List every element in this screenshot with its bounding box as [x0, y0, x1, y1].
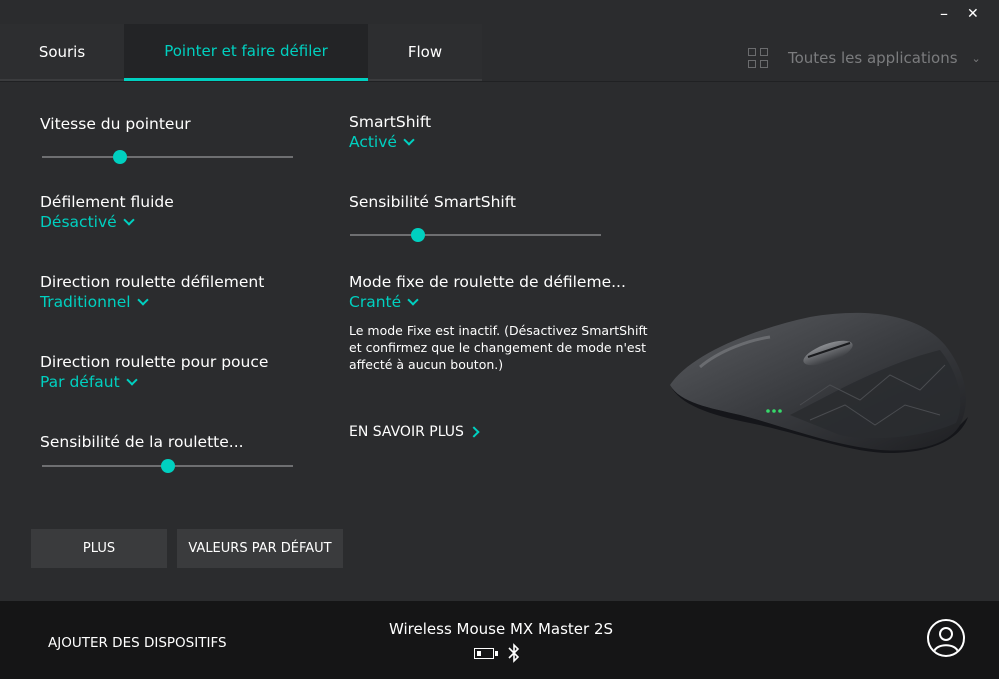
- slider-knob[interactable]: [112, 150, 127, 164]
- bluetooth-icon: [508, 643, 520, 663]
- wheel-sensitivity-slider[interactable]: [42, 459, 293, 473]
- mouse-image: [670, 312, 968, 453]
- smartshift-sensitivity-slider[interactable]: [350, 228, 601, 242]
- chevron-right-icon: [468, 426, 480, 438]
- smartshift-setting: SmartShift Activé: [349, 113, 431, 151]
- grid-icon: [748, 48, 768, 68]
- learn-more-label: EN SAVOIR PLUS: [349, 424, 464, 440]
- fixed-mode-label: Mode fixe de roulette de défileme...: [349, 273, 626, 291]
- tab-flow[interactable]: Flow: [368, 24, 482, 81]
- slider-knob[interactable]: [160, 459, 175, 473]
- chevron-down-icon: [123, 214, 135, 226]
- chevron-down-icon: [403, 134, 415, 146]
- pointer-speed-slider[interactable]: [42, 150, 293, 164]
- fixed-mode-info-text: Le mode Fixe est inactif. (Désactivez Sm…: [349, 323, 648, 372]
- footer-bar: AJOUTER DES DISPOSITIFS Wireless Mouse M…: [0, 601, 999, 679]
- fixed-mode-value: Cranté: [349, 293, 402, 311]
- more-button[interactable]: PLUS: [31, 529, 167, 568]
- chevron-down-icon: [126, 374, 138, 386]
- account-icon[interactable]: [927, 619, 965, 657]
- restore-defaults-button[interactable]: VALEURS PAR DÉFAUT: [177, 529, 343, 568]
- wheel-sensitivity-label: Sensibilité de la roulette...: [40, 433, 244, 451]
- smartshift-dropdown[interactable]: Activé: [349, 133, 415, 151]
- applications-label: Toutes les applications: [788, 49, 958, 67]
- smooth-scroll-dropdown[interactable]: Désactivé: [40, 213, 135, 231]
- tab-pointer-scroll[interactable]: Pointer et faire défiler: [124, 24, 368, 81]
- applications-selector[interactable]: Toutes les applications ⌄: [748, 48, 981, 68]
- add-devices-button[interactable]: AJOUTER DES DISPOSITIFS: [48, 635, 227, 651]
- pointer-speed-label: Vitesse du pointeur: [40, 115, 191, 133]
- device-status: [474, 643, 520, 663]
- chevron-down-icon: [407, 294, 419, 306]
- top-bar: Souris Pointer et faire défiler Flow Tou…: [0, 0, 999, 82]
- scroll-direction-dropdown[interactable]: Traditionnel: [40, 293, 149, 311]
- chevron-down-icon: [136, 294, 149, 306]
- thumb-direction-value: Par défaut: [40, 373, 120, 391]
- smartshift-label: SmartShift: [349, 113, 432, 131]
- pointer-speed-setting: Vitesse du pointeur: [40, 115, 191, 133]
- learn-more-link[interactable]: EN SAVOIR PLUS: [349, 424, 480, 440]
- smooth-scroll-label: Défilement fluide: [40, 193, 174, 211]
- scroll-direction-value: Traditionnel: [40, 293, 131, 311]
- scroll-direction-setting: Direction roulette défilement Traditionn…: [40, 273, 264, 311]
- smartshift-sensitivity-setting: Sensibilité SmartShift: [349, 193, 516, 211]
- smooth-scroll-setting: Défilement fluide Désactivé: [40, 193, 174, 231]
- wheel-sensitivity-setting: Sensibilité de la roulette...: [40, 433, 244, 451]
- scroll-direction-label: Direction roulette défilement: [40, 273, 265, 291]
- thumb-direction-dropdown[interactable]: Par défaut: [40, 373, 138, 391]
- fixed-mode-dropdown[interactable]: Cranté: [349, 293, 419, 311]
- thumb-direction-label: Direction roulette pour pouce: [40, 353, 269, 371]
- smartshift-value: Activé: [349, 133, 397, 151]
- tab-bar: Souris Pointer et faire défiler Flow: [0, 24, 482, 81]
- tab-souris[interactable]: Souris: [0, 24, 124, 81]
- smooth-scroll-value: Désactivé: [40, 213, 117, 231]
- smartshift-sensitivity-label: Sensibilité SmartShift: [349, 193, 516, 211]
- thumb-direction-setting: Direction roulette pour pouce Par défaut: [40, 353, 268, 391]
- device-name: Wireless Mouse MX Master 2S: [389, 620, 614, 638]
- chevron-down-icon: ⌄: [971, 51, 981, 65]
- battery-icon: [474, 647, 498, 659]
- slider-knob[interactable]: [410, 228, 425, 242]
- fixed-mode-setting: Mode fixe de roulette de défileme... Cra…: [349, 273, 626, 311]
